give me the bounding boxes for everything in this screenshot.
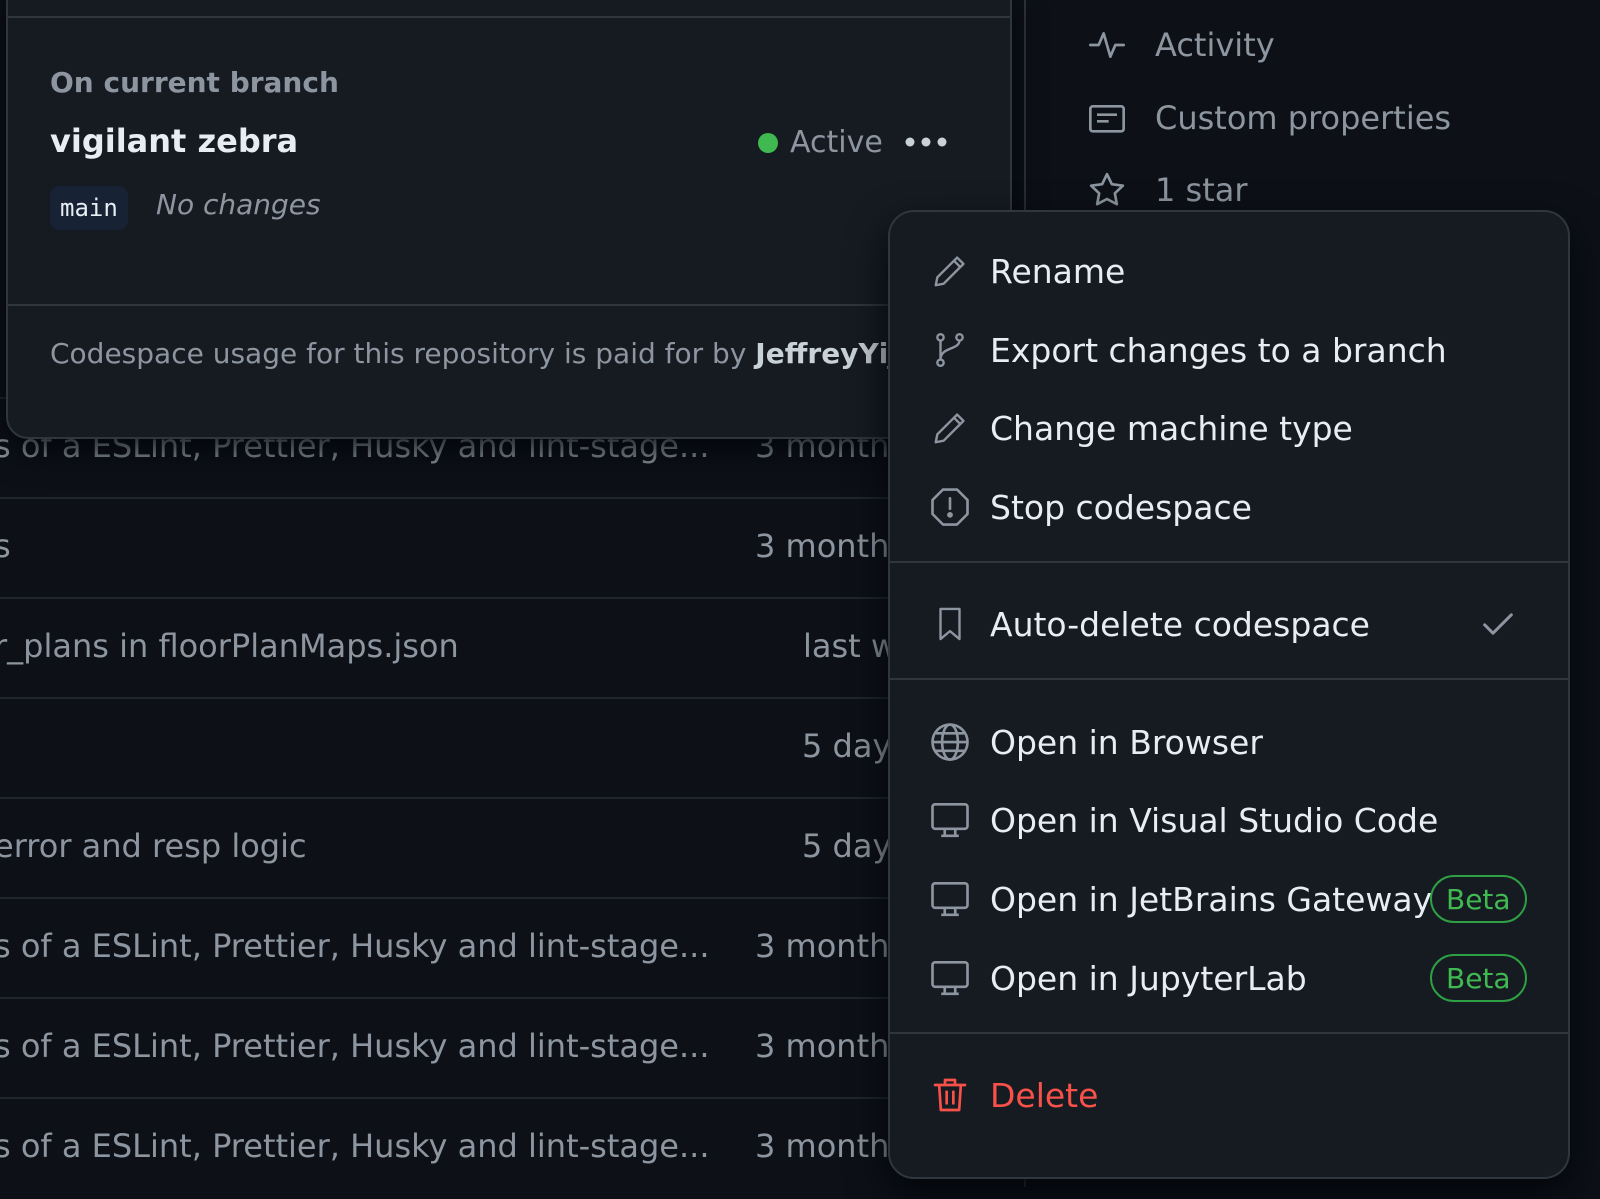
menu-item-label: Open in Browser — [990, 722, 1263, 762]
desktop-icon — [928, 956, 972, 1000]
menu-item-label: Rename — [990, 251, 1126, 291]
menu-item-label: Open in Visual Studio Code — [990, 800, 1439, 840]
menu-item-export-changes[interactable]: Export changes to a branch — [890, 311, 1568, 389]
desktop-icon — [928, 877, 972, 921]
menu-item-stop-codespace[interactable]: Stop codespace — [890, 468, 1568, 546]
kebab-horizontal-icon — [905, 137, 947, 147]
status-label: Active — [790, 125, 883, 160]
file-row[interactable]: 5 days ago — [0, 697, 1030, 799]
usage-note: Codespace usage for this repository is p… — [50, 337, 996, 370]
menu-divider — [890, 678, 1568, 680]
commit-message[interactable]: s — [0, 527, 11, 565]
status-indicator: Active — [758, 125, 883, 160]
status-dot — [758, 132, 778, 153]
commit-message[interactable]: s of a ESLint, Prettier, Husky and lint-… — [0, 1027, 710, 1065]
stop-icon — [928, 485, 972, 529]
file-row[interactable]: s of a ESLint, Prettier, Husky and lint-… — [0, 1097, 1030, 1199]
check-icon — [1478, 604, 1518, 644]
menu-item-label: Open in JupyterLab — [990, 958, 1307, 998]
codespace-panel: On current branch vigilant zebra Active … — [6, 0, 1012, 439]
pencil-icon — [928, 249, 972, 293]
changes-status: No changes — [156, 188, 321, 221]
sidebar-item-label: 1 star — [1155, 171, 1248, 209]
codespace-name[interactable]: vigilant zebra — [50, 122, 298, 160]
trash-icon — [928, 1073, 972, 1117]
menu-item-label: Auto-delete codespace — [990, 604, 1370, 644]
beta-badge: Beta — [1430, 875, 1527, 923]
menu-item-label: Export changes to a branch — [990, 330, 1447, 370]
menu-item-open-jetbrains[interactable]: Open in JetBrains Gateway Beta — [890, 860, 1568, 938]
menu-item-label: Change machine type — [990, 408, 1353, 448]
branch-badge: main — [50, 186, 128, 230]
note-icon — [1085, 96, 1129, 140]
sidebar-item-label: Custom properties — [1155, 99, 1452, 137]
git-branch-icon — [928, 328, 972, 372]
file-row[interactable]: s of a ESLint, Prettier, Husky and lint-… — [0, 897, 1030, 999]
divider — [8, 16, 1010, 18]
bookmark-icon — [928, 602, 972, 646]
menu-item-open-browser[interactable]: Open in Browser — [890, 703, 1568, 781]
commit-message[interactable]: r_plans in floorPlanMaps.json — [0, 627, 459, 665]
pulse-icon — [1085, 23, 1129, 67]
commit-message[interactable]: s of a ESLint, Prettier, Husky and lint-… — [0, 1127, 710, 1165]
commit-message[interactable]: error and resp logic — [0, 827, 307, 865]
menu-divider — [890, 1032, 1568, 1034]
codespace-context-menu: Rename Export changes to a branch Change… — [888, 210, 1570, 1179]
menu-item-delete[interactable]: Delete — [890, 1056, 1568, 1134]
menu-item-label: Open in JetBrains Gateway — [990, 879, 1433, 919]
more-options-button[interactable] — [896, 122, 956, 162]
file-row[interactable]: s 3 months ago — [0, 497, 1030, 599]
beta-badge: Beta — [1430, 954, 1527, 1002]
menu-item-rename[interactable]: Rename — [890, 232, 1568, 310]
desktop-icon — [928, 798, 972, 842]
menu-divider — [890, 561, 1568, 563]
menu-item-open-jupyterlab[interactable]: Open in JupyterLab Beta — [890, 939, 1568, 1017]
commit-message[interactable]: s of a ESLint, Prettier, Husky and lint-… — [0, 927, 710, 965]
sidebar-item-label: Activity — [1155, 26, 1275, 64]
sidebar-item-activity[interactable]: Activity — [1085, 15, 1275, 75]
file-row[interactable]: r_plans in floorPlanMaps.json last week — [0, 597, 1030, 699]
usage-text: Codespace usage for this repository is p… — [50, 337, 756, 370]
sidebar-item-custom-properties[interactable]: Custom properties — [1085, 88, 1451, 148]
menu-item-label: Stop codespace — [990, 487, 1252, 527]
menu-item-change-machine-type[interactable]: Change machine type — [890, 389, 1568, 467]
section-title: On current branch — [50, 66, 339, 99]
file-row[interactable]: error and resp logic 5 days ago — [0, 797, 1030, 899]
globe-icon — [928, 720, 972, 764]
divider — [8, 304, 1010, 306]
pencil-icon — [928, 406, 972, 450]
menu-item-auto-delete[interactable]: Auto-delete codespace — [890, 585, 1568, 663]
file-row[interactable]: s of a ESLint, Prettier, Husky and lint-… — [0, 997, 1030, 1099]
menu-item-label: Delete — [990, 1075, 1099, 1115]
menu-item-open-vscode[interactable]: Open in Visual Studio Code — [890, 781, 1568, 859]
star-icon — [1085, 168, 1129, 212]
